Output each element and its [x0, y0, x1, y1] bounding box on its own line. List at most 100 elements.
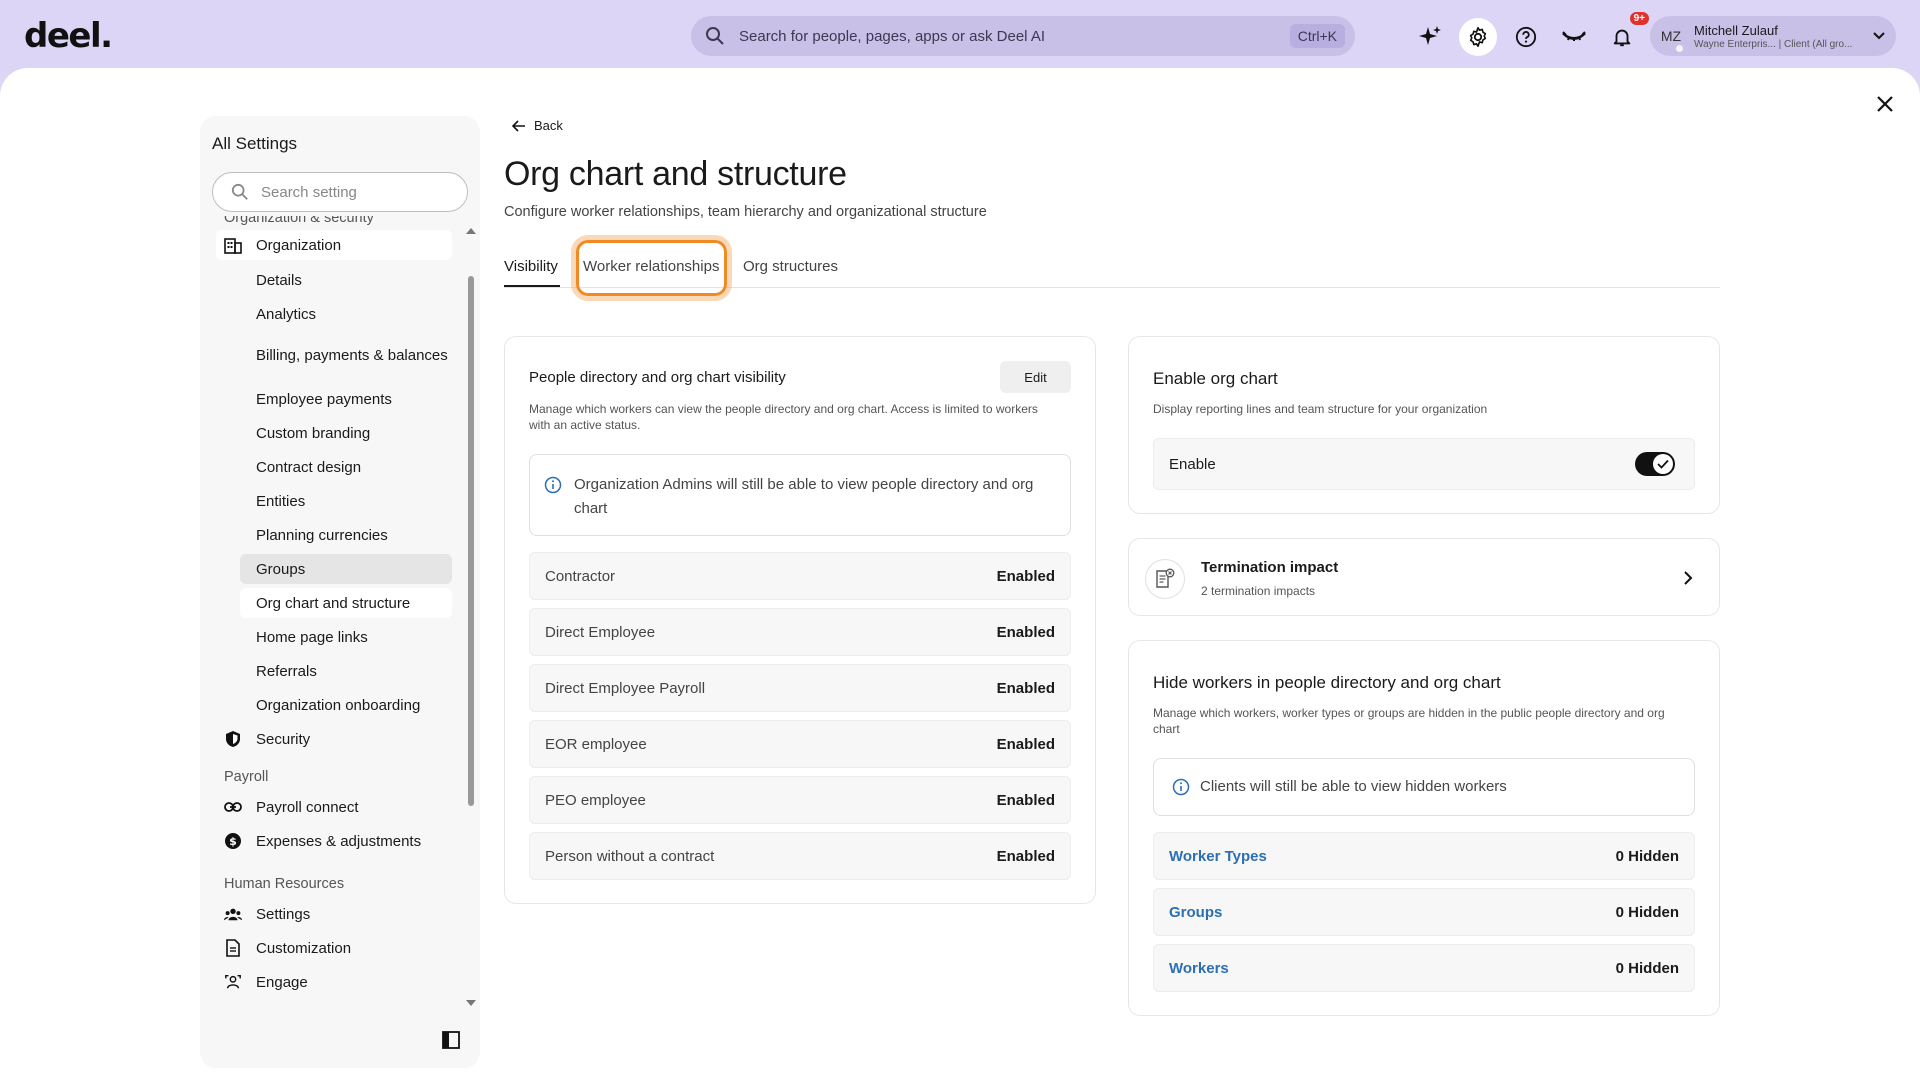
sidebar-item-home-page-links[interactable]: Home page links	[240, 622, 452, 652]
sidebar-item-organization[interactable]: Organization	[216, 230, 452, 260]
sidebar-item-contract-design[interactable]: Contract design	[240, 452, 452, 482]
row-label: Person without a contract	[545, 847, 715, 865]
sidebar-item-billing[interactable]: Billing, payments & balances	[240, 333, 452, 377]
section-payroll: Payroll	[224, 769, 269, 785]
sidebar-item-security[interactable]: Security	[224, 724, 452, 754]
enable-card-desc: Display reporting lines and team structu…	[1153, 402, 1488, 416]
settings-search-input[interactable]: Search setting	[212, 172, 468, 212]
engage-icon	[224, 973, 242, 991]
help-icon	[1515, 26, 1537, 48]
row-count: 0 Hidden	[1615, 903, 1679, 921]
sidebar-item-details[interactable]: Details	[240, 265, 452, 295]
building-icon	[224, 236, 242, 254]
toggle-knob	[1653, 454, 1673, 474]
chevron-down-icon	[1873, 32, 1885, 40]
termination-impact-card[interactable]: Termination impact 2 termination impacts	[1128, 538, 1720, 616]
sidebar-item-groups[interactable]: Groups	[240, 554, 452, 584]
sidebar-title: All Settings	[212, 134, 298, 153]
admin-info-text: Organization Admins will still be able t…	[574, 476, 1034, 517]
sidebar-scrollbar[interactable]	[468, 276, 474, 806]
status-dot	[1674, 43, 1685, 54]
enable-card-title: Enable org chart	[1153, 369, 1278, 388]
row-link[interactable]: Groups	[1169, 904, 1222, 921]
settings-button[interactable]	[1459, 18, 1497, 56]
hide-card-desc: Manage which workers, worker types or gr…	[1153, 706, 1665, 736]
row-status: Enabled	[996, 567, 1055, 585]
sidebar-collapse-icon[interactable]	[442, 1031, 460, 1049]
global-search[interactable]: Search for people, pages, apps or ask De…	[691, 16, 1355, 56]
sidebar-item-label: Expenses & adjustments	[256, 832, 422, 850]
sidebar-item-label: Engage	[256, 973, 308, 991]
enable-label: Enable	[1169, 455, 1216, 473]
sidebar-item-planning-currencies[interactable]: Planning currencies	[240, 520, 452, 550]
search-icon	[231, 183, 248, 200]
row-count: 0 Hidden	[1615, 847, 1679, 865]
tab-visibility[interactable]: Visibility	[504, 258, 558, 275]
user-name: Mitchell Zulauf	[1694, 22, 1778, 38]
help-button[interactable]	[1507, 18, 1545, 56]
sidebar-item-custom-branding[interactable]: Custom branding	[240, 418, 452, 448]
row-status: Enabled	[996, 623, 1055, 641]
row-label: Direct Employee	[545, 623, 656, 641]
eye-closed-icon	[1562, 31, 1586, 41]
sidebar-item-label: Payroll connect	[256, 798, 359, 816]
global-search-input[interactable]: Search for people, pages, apps or ask De…	[739, 28, 1290, 45]
scroll-up-arrow[interactable]	[466, 228, 476, 234]
sidebar-item-analytics[interactable]: Analytics	[240, 299, 452, 329]
hidden-row-workers[interactable]: Workers 0 Hidden	[1153, 944, 1695, 992]
info-icon	[544, 476, 562, 494]
clients-info-text: Clients will still be able to view hidde…	[1200, 778, 1507, 795]
user-subtitle: Wayne Enterpris... | Client (All gro...	[1694, 38, 1853, 50]
tab-org-structures[interactable]: Org structures	[743, 258, 838, 275]
row-link[interactable]: Worker Types	[1169, 848, 1267, 865]
back-label: Back	[534, 118, 563, 133]
edit-button[interactable]: Edit	[1000, 361, 1071, 393]
sidebar-item-org-chart[interactable]: Org chart and structure	[240, 588, 452, 618]
sidebar-item-label: Customization	[256, 939, 352, 957]
sidebar-item-org-onboarding[interactable]: Organization onboarding	[240, 690, 452, 720]
hide-sensitive-button[interactable]	[1555, 18, 1593, 56]
visibility-row: EOR employee Enabled	[529, 720, 1071, 768]
sidebar-item-employee-payments[interactable]: Employee payments	[240, 384, 452, 414]
document-x-icon	[1156, 568, 1175, 588]
termination-icon-wrap	[1145, 559, 1185, 599]
sidebar-item-hr-settings[interactable]: Settings	[224, 899, 452, 929]
notifications-button[interactable]: 9+	[1603, 12, 1649, 56]
link-icon	[224, 798, 242, 816]
arrow-left-icon	[512, 119, 525, 132]
visibility-card-desc: Manage which workers can view the people…	[529, 402, 1038, 432]
row-count: 0 Hidden	[1615, 959, 1679, 977]
termination-sub: 2 termination impacts	[1201, 584, 1316, 598]
enable-row: Enable	[1153, 438, 1695, 490]
sidebar-item-entities[interactable]: Entities	[240, 486, 452, 516]
back-link[interactable]: Back	[512, 118, 563, 133]
sidebar-item-customization[interactable]: Customization	[224, 933, 452, 963]
sidebar-item-engage[interactable]: Engage	[224, 967, 452, 997]
sidebar-item-payroll-connect[interactable]: Payroll connect	[224, 792, 452, 822]
notifications-badge: 9+	[1629, 12, 1649, 25]
row-link[interactable]: Workers	[1169, 960, 1229, 977]
page-subtitle: Configure worker relationships, team hie…	[504, 204, 987, 220]
avatar-initials: MZ	[1660, 28, 1682, 44]
people-icon	[224, 905, 242, 923]
user-menu[interactable]: MZ Mitchell Zulauf Wayne Enterpris... | …	[1650, 16, 1896, 56]
hidden-row-groups[interactable]: Groups 0 Hidden	[1153, 888, 1695, 936]
row-status: Enabled	[996, 679, 1055, 697]
ai-sparkle-button[interactable]	[1411, 18, 1449, 56]
deel-logo[interactable]: deel.	[24, 16, 113, 56]
sidebar-item-referrals[interactable]: Referrals	[240, 656, 452, 686]
row-label: Contractor	[545, 567, 616, 585]
check-icon	[1657, 459, 1669, 469]
enable-org-chart-card: Enable org chart Display reporting lines…	[1128, 336, 1720, 514]
visibility-row: Direct Employee Enabled	[529, 608, 1071, 656]
row-label: PEO employee	[545, 791, 646, 809]
section-org-security: Organization & security	[224, 216, 374, 226]
hidden-row-worker-types[interactable]: Worker Types 0 Hidden	[1153, 832, 1695, 880]
shield-icon	[224, 730, 242, 748]
enable-org-chart-toggle[interactable]	[1635, 452, 1675, 476]
close-icon[interactable]	[1874, 93, 1896, 115]
sidebar-item-expenses[interactable]: $ Expenses & adjustments	[224, 826, 452, 856]
dollar-circle-icon: $	[224, 832, 242, 850]
scroll-down-arrow[interactable]	[466, 1000, 476, 1006]
row-label: Direct Employee Payroll	[545, 679, 706, 697]
